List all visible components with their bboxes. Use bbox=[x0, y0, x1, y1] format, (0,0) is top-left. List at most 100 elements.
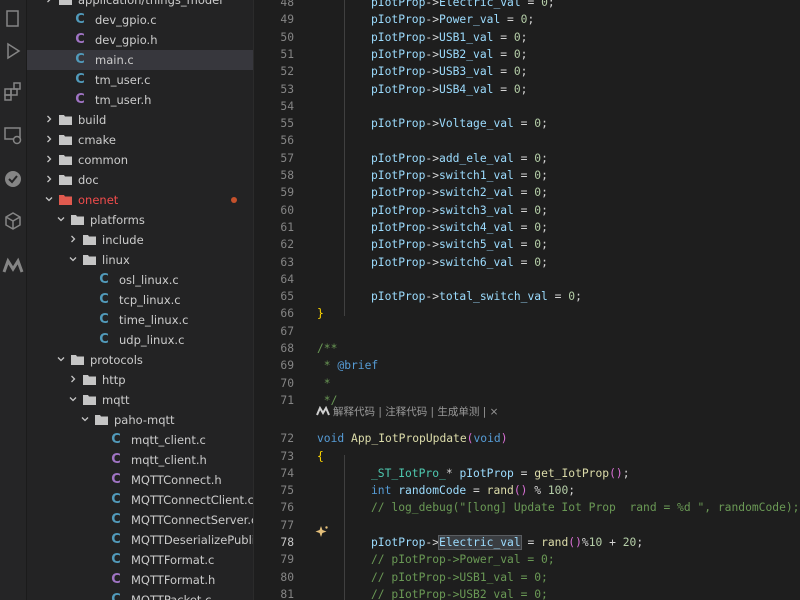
code-line[interactable]: 59 pIotProp->switch2_val = 0; bbox=[254, 184, 800, 201]
tree-item-doc[interactable]: doc bbox=[27, 170, 253, 190]
code-line[interactable]: 50 pIotProp->USB1_val = 0; bbox=[254, 29, 800, 46]
code-line[interactable]: 63 pIotProp->switch6_val = 0; bbox=[254, 254, 800, 271]
tree-item-mqttconnectclient-c[interactable]: C MQTTConnectClient.c bbox=[27, 490, 253, 510]
code-line[interactable]: 79 // pIotProp->Power_val = 0; bbox=[254, 551, 800, 568]
tree-item-cmake[interactable]: cmake bbox=[27, 130, 253, 150]
tree-item-label: tcp_linux.c bbox=[119, 293, 181, 307]
code-line[interactable]: 61 pIotProp->switch4_val = 0; bbox=[254, 219, 800, 236]
remote-explorer-icon[interactable] bbox=[2, 124, 24, 146]
explorer-icon[interactable] bbox=[2, 8, 24, 30]
tree-item-dev-gpio-h[interactable]: Cdev_gpio.h bbox=[27, 30, 253, 50]
code-text: pIotProp->switch3_val = 0; bbox=[371, 203, 548, 217]
tree-item-tcp-linux-c[interactable]: Ctcp_linux.c bbox=[27, 290, 253, 310]
code-line[interactable]: 53 pIotProp->USB4_val = 0; bbox=[254, 81, 800, 98]
tree-item-mqttconnectserver-c[interactable]: C MQTTConnectServer.c bbox=[27, 510, 253, 530]
code-line[interactable]: 60 pIotProp->switch3_val = 0; bbox=[254, 202, 800, 219]
tree-item-mqttdeserializepublish-c[interactable]: C MQTTDeserializePublish.c bbox=[27, 530, 253, 550]
code-line[interactable]: 80 // pIotProp->USB1_val = 0; bbox=[254, 569, 800, 586]
folder-open-icon bbox=[95, 415, 108, 425]
extensions-icon[interactable] bbox=[2, 80, 24, 102]
folder-icon bbox=[83, 235, 96, 245]
code-line[interactable]: 81 // pIotProp->USB2_val = 0; bbox=[254, 586, 800, 600]
chevron-right-icon[interactable] bbox=[69, 375, 77, 383]
chevron-down-icon[interactable] bbox=[57, 215, 65, 223]
code-line[interactable]: 73 { bbox=[254, 448, 800, 465]
tree-item-mqttformat-h[interactable]: C MQTTFormat.h bbox=[27, 570, 253, 590]
tree-item-build[interactable]: build bbox=[27, 110, 253, 130]
code-line[interactable]: 74 _ST_IotPro_* pIotProp = get_IotProp(); bbox=[254, 465, 800, 482]
tree-item-osl-linux-c[interactable]: Cosl_linux.c bbox=[27, 270, 253, 290]
line-number: 51 bbox=[280, 47, 294, 61]
tree-item-paho-mqtt[interactable]: paho-mqtt bbox=[27, 410, 253, 430]
chevron-right-icon[interactable] bbox=[45, 155, 53, 163]
tree-item-protocols[interactable]: protocols bbox=[27, 350, 253, 370]
run-debug-icon[interactable] bbox=[2, 40, 24, 62]
code-line[interactable]: 51 pIotProp->USB2_val = 0; bbox=[254, 46, 800, 63]
code-line[interactable]: 65 pIotProp->total_switch_val = 0; bbox=[254, 288, 800, 305]
line-number: 66 bbox=[280, 307, 294, 321]
code-line[interactable]: 58 pIotProp->switch1_val = 0; bbox=[254, 167, 800, 184]
code-line[interactable]: 66} bbox=[254, 305, 800, 322]
chevron-down-icon[interactable] bbox=[45, 195, 53, 203]
code-line[interactable]: 55 pIotProp->Voltage_val = 0; bbox=[254, 115, 800, 132]
tree-item-application-things-model[interactable]: application/things_model bbox=[27, 0, 253, 10]
tree-item-udp-linux-c[interactable]: Cudp_linux.c bbox=[27, 330, 253, 350]
tree-item-tm-user-c[interactable]: Ctm_user.c bbox=[27, 70, 253, 90]
tree-item-mqttformat-c[interactable]: C MQTTFormat.c bbox=[27, 550, 253, 570]
chevron-down-icon[interactable] bbox=[69, 395, 77, 403]
package-icon[interactable] bbox=[2, 210, 24, 232]
code-line[interactable]: 70 * bbox=[254, 375, 800, 392]
code-line[interactable]: 77 bbox=[254, 517, 800, 534]
code-line[interactable]: 69 * @brief bbox=[254, 357, 800, 374]
tree-item-label: common bbox=[78, 153, 129, 167]
tree-item-label: MQTTFormat.c bbox=[131, 553, 215, 567]
code-editor[interactable]: 解释代码 | 注释代码 | 生成单测 | × 48 pIotProp->Elect… bbox=[254, 0, 800, 600]
chevron-right-icon[interactable] bbox=[69, 235, 77, 243]
tree-item-label: MQTTFormat.h bbox=[131, 573, 216, 587]
code-line[interactable]: 71 */ bbox=[254, 392, 800, 409]
chevron-right-icon[interactable] bbox=[45, 135, 53, 143]
code-line[interactable]: 54 bbox=[254, 98, 800, 115]
tree-item-time-linux-c[interactable]: Ctime_linux.c bbox=[27, 310, 253, 330]
tree-item-tm-user-h[interactable]: Ctm_user.h bbox=[27, 90, 253, 110]
tree-item-mqtt[interactable]: mqtt bbox=[27, 390, 253, 410]
code-line[interactable]: 52 pIotProp->USB3_val = 0; bbox=[254, 63, 800, 80]
folder-open-icon bbox=[71, 215, 84, 225]
chevron-right-icon[interactable] bbox=[45, 0, 53, 3]
code-line[interactable]: 56 bbox=[254, 132, 800, 149]
marscode-icon[interactable] bbox=[2, 255, 24, 277]
tree-item-mqtt-client-c[interactable]: Cmqtt_client.c bbox=[27, 430, 253, 450]
code-line[interactable]: 57 pIotProp->add_ele_val = 0; bbox=[254, 150, 800, 167]
testing-icon[interactable] bbox=[2, 168, 24, 190]
code-line[interactable]: 62 pIotProp->switch5_val = 0; bbox=[254, 236, 800, 253]
code-line[interactable]: 78 pIotProp->Electric_val = rand()%10 + 2… bbox=[254, 534, 800, 551]
code-line[interactable]: 48 pIotProp->Electric_val = 0; bbox=[254, 0, 800, 11]
tree-item-mqttpacket-c[interactable]: C MQTTPacket.c bbox=[27, 590, 253, 600]
tree-item-linux[interactable]: linux bbox=[27, 250, 253, 270]
tree-item-dev-gpio-c[interactable]: Cdev_gpio.c bbox=[27, 10, 253, 30]
folder-open-icon bbox=[83, 395, 96, 405]
tree-item-mqttconnect-h[interactable]: C MQTTConnect.h bbox=[27, 470, 253, 490]
code-line[interactable]: 64 bbox=[254, 271, 800, 288]
code-line[interactable]: 76 // log_debug("[long] Update Iot Prop r… bbox=[254, 499, 800, 516]
tree-item-main-c[interactable]: Cmain.c bbox=[27, 50, 253, 70]
code-line[interactable]: 72 void App_IotPropUpdate(void) bbox=[254, 430, 800, 447]
tree-item-onenet[interactable]: onenet bbox=[27, 190, 253, 210]
tree-item-http[interactable]: http bbox=[27, 370, 253, 390]
code-line[interactable]: 67 bbox=[254, 323, 800, 340]
code-line[interactable]: 75 int randomCode = rand() % 100; bbox=[254, 482, 800, 499]
h-file-icon: C bbox=[75, 32, 85, 47]
chevron-down-icon[interactable] bbox=[57, 355, 65, 363]
chevron-right-icon[interactable] bbox=[45, 115, 53, 123]
tree-item-include[interactable]: include bbox=[27, 230, 253, 250]
code-line[interactable]: 49 pIotProp->Power_val = 0; bbox=[254, 11, 800, 28]
chevron-down-icon[interactable] bbox=[69, 255, 77, 263]
chevron-right-icon[interactable] bbox=[45, 175, 53, 183]
code-line[interactable]: 68 /** bbox=[254, 340, 800, 357]
tree-item-common[interactable]: common bbox=[27, 150, 253, 170]
tree-item-platforms[interactable]: platforms bbox=[27, 210, 253, 230]
chevron-down-icon[interactable] bbox=[81, 415, 89, 423]
c-file-icon: C bbox=[99, 332, 109, 347]
tree-item-label: MQTTDeserializePublish.c bbox=[131, 533, 253, 547]
tree-item-mqtt-client-h[interactable]: Cmqtt_client.h bbox=[27, 450, 253, 470]
